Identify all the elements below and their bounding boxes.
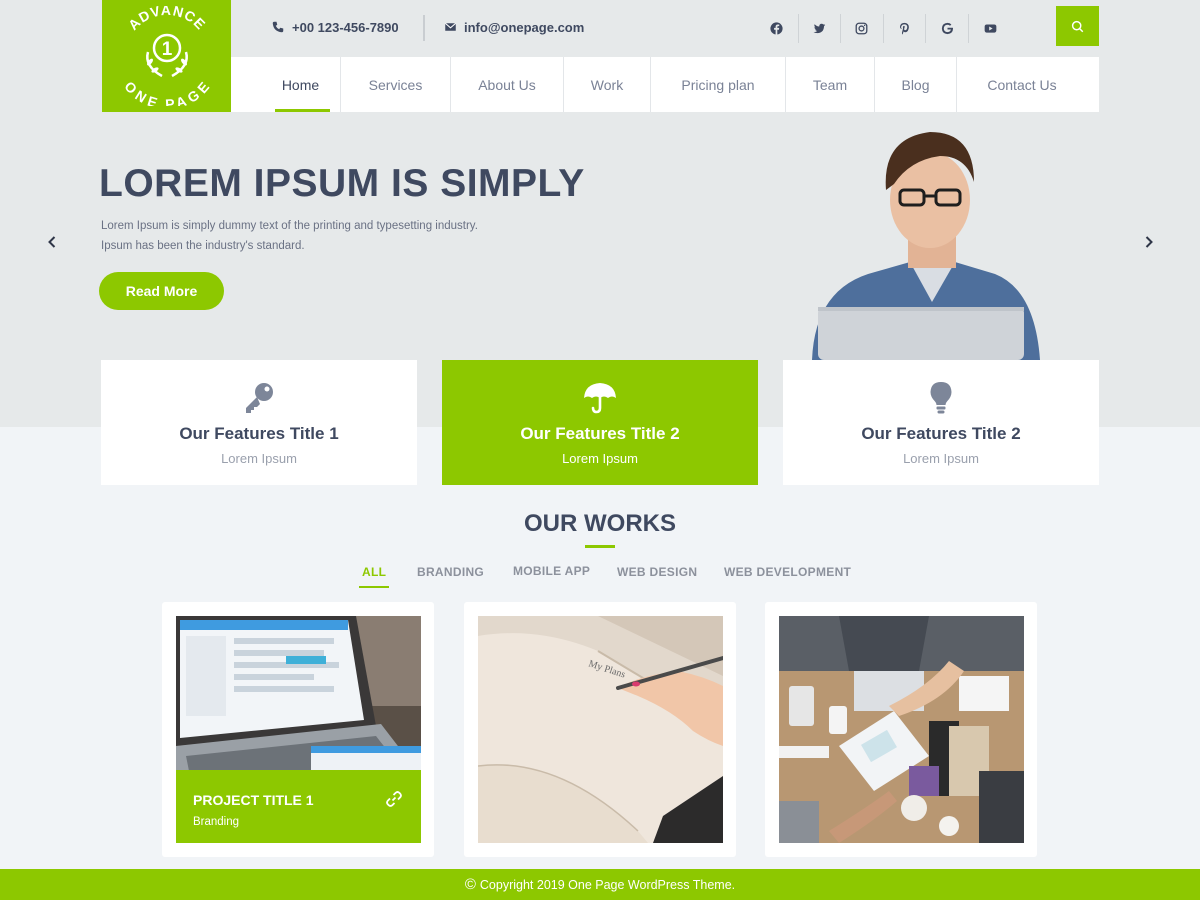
- nav-contact-us-label: Contact Us: [987, 76, 1057, 93]
- filter-branding[interactable]: BRANDING: [417, 565, 484, 579]
- nav-contact-us[interactable]: Contact Us: [957, 57, 1087, 112]
- feature-subtitle: Lorem Ipsum: [562, 451, 638, 466]
- project-card-3[interactable]: [765, 602, 1037, 857]
- project-category: Branding: [193, 816, 240, 828]
- nav-team[interactable]: Team: [786, 57, 875, 112]
- topbar-divider: [423, 15, 425, 41]
- feature-title: Our Features Title 2: [520, 424, 680, 443]
- project-card-1[interactable]: PROJECT TITLE 1 Branding: [162, 602, 434, 857]
- nav-team-label: Team: [812, 76, 848, 93]
- feature-card-3[interactable]: Our Features Title 2 Lorem Ipsum: [783, 360, 1099, 485]
- hero-description: Lorem Ipsum is simply dummy text of the …: [101, 216, 531, 256]
- works-title-underline: [585, 545, 615, 548]
- read-more-button[interactable]: Read More: [99, 272, 224, 310]
- feature-title: Our Features Title 1: [179, 424, 339, 443]
- main-navigation: Home Services About Us Work Pricing plan…: [231, 57, 1099, 112]
- feature-subtitle: Lorem Ipsum: [221, 451, 297, 466]
- pinterest-icon[interactable]: [884, 14, 927, 43]
- nav-services[interactable]: Services: [341, 57, 451, 112]
- works-filter-tabs: ALL BRANDING MOBILE APP WEB DESIGN WEB D…: [0, 564, 1200, 595]
- hero-person-image: [790, 112, 1060, 360]
- instagram-icon[interactable]: [841, 14, 884, 43]
- svg-text:ADVANCE: ADVANCE: [124, 6, 208, 33]
- lightbulb-icon: [930, 382, 952, 414]
- filter-all[interactable]: ALL: [358, 565, 390, 588]
- hero-title: LOREM IPSUM IS SIMPLY: [99, 162, 585, 205]
- slider-prev-arrow-icon[interactable]: [45, 234, 59, 250]
- envelope-icon: [444, 21, 457, 34]
- works-section-title: OUR WORKS: [524, 510, 676, 537]
- email-contact[interactable]: info@onepage.com: [444, 20, 584, 35]
- project-card-2[interactable]: My Plans: [464, 602, 736, 857]
- nav-home-label: Home: [281, 76, 320, 93]
- nav-about-us[interactable]: About Us: [451, 57, 564, 112]
- footer-copyright-text: Copyright 2019 One Page WordPress Theme.: [479, 877, 736, 892]
- nav-blog[interactable]: Blog: [875, 57, 957, 112]
- hero-description-line-2: Ipsum has been the industry's standard.: [101, 240, 305, 252]
- nav-home[interactable]: Home: [261, 57, 341, 112]
- slider-next-arrow-icon[interactable]: [1142, 234, 1156, 250]
- svg-text:ONE PAGE: ONE PAGE: [121, 78, 213, 106]
- social-links: [756, 14, 1012, 43]
- filter-web-development[interactable]: WEB DEVELOPMENT: [724, 565, 851, 579]
- nav-services-label: Services: [368, 76, 423, 93]
- feature-title: Our Features Title 2: [861, 424, 1021, 443]
- email-address: info@onepage.com: [464, 20, 585, 35]
- filter-web-design[interactable]: WEB DESIGN: [617, 565, 697, 579]
- nav-about-us-label: About Us: [478, 76, 536, 93]
- logo-emblem-icon: ADVANCE ONE PAGE 1: [121, 6, 213, 106]
- copyright-icon: ©: [464, 876, 476, 893]
- phone-number: +00 123-456-7890: [292, 20, 399, 35]
- project-title: PROJECT TITLE 1: [193, 792, 314, 808]
- site-footer: © Copyright 2019 One Page WordPress Them…: [0, 869, 1200, 900]
- nav-blog-label: Blog: [901, 76, 930, 93]
- logo-top-text: ADVANCE: [124, 6, 207, 33]
- facebook-icon[interactable]: [756, 14, 799, 43]
- nav-pricing-plan[interactable]: Pricing plan: [651, 57, 786, 112]
- google-icon[interactable]: [926, 14, 969, 43]
- phone-icon: [272, 21, 285, 34]
- twitter-icon[interactable]: [799, 14, 842, 43]
- feature-subtitle: Lorem Ipsum: [903, 451, 979, 466]
- search-icon: [1071, 20, 1084, 32]
- phone-contact[interactable]: +00 123-456-7890: [272, 20, 399, 35]
- logo-bottom-text: ONE PAGE: [121, 78, 212, 106]
- key-icon: [246, 383, 273, 413]
- project-overlay: PROJECT TITLE 1 Branding: [176, 770, 421, 843]
- feature-card-1[interactable]: Our Features Title 1 Lorem Ipsum: [101, 360, 417, 485]
- project-image-notebook: My Plans: [478, 616, 723, 843]
- project-image-meeting: [779, 616, 1024, 843]
- youtube-icon[interactable]: [969, 14, 1012, 43]
- link-icon[interactable]: [385, 790, 403, 808]
- nav-pricing-plan-label: Pricing plan: [681, 76, 755, 93]
- hero-description-line-1: Lorem Ipsum is simply dummy text of the …: [101, 220, 478, 232]
- logo-number: 1: [161, 39, 172, 60]
- feature-card-2[interactable]: Our Features Title 2 Lorem Ipsum: [442, 360, 758, 485]
- filter-mobile-app[interactable]: MOBILE APP: [513, 564, 590, 578]
- nav-work-label: Work: [590, 76, 624, 93]
- site-logo[interactable]: ADVANCE ONE PAGE 1: [102, 0, 231, 112]
- nav-work[interactable]: Work: [564, 57, 651, 112]
- umbrella-icon: [584, 383, 616, 414]
- search-button[interactable]: [1056, 6, 1099, 46]
